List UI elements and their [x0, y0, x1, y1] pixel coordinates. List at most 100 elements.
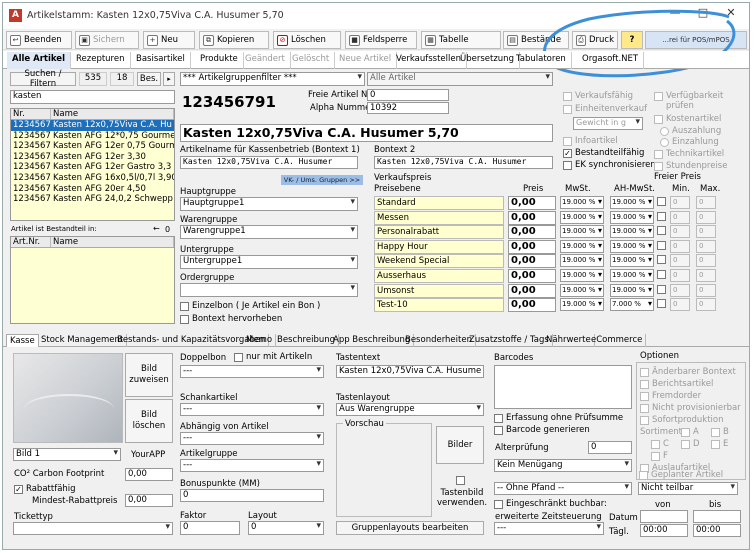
freier-preis-checkbox[interactable]: [657, 284, 666, 294]
max-input[interactable]: 0: [696, 196, 716, 209]
price-input[interactable]: 0,00: [508, 254, 556, 269]
bild-loeschen-button[interactable]: Bild löschen: [125, 399, 173, 443]
search-filter-button[interactable]: Suchen / Filtern: [10, 69, 76, 89]
rabattfaehig-checkbox[interactable]: ✓ Rabattfähig: [14, 484, 76, 494]
min-input[interactable]: 0: [670, 210, 690, 224]
max-input[interactable]: 0: [696, 239, 716, 253]
price-input[interactable]: 0,00: [508, 298, 556, 313]
tab-alle-artikel[interactable]: Alle Artikel: [7, 52, 71, 69]
mwst-select[interactable]: 19.000 %: [560, 210, 604, 224]
gruppenlayouts-button[interactable]: Gruppenlayouts bearbeiten: [336, 521, 484, 535]
max-input[interactable]: 0: [696, 298, 716, 312]
verkaufsfaehig-checkbox[interactable]: Verkaufsfähig: [563, 91, 633, 101]
menuegang-select[interactable]: Kein Menügang: [494, 459, 632, 472]
freier-preis-checkbox[interactable]: [657, 197, 666, 206]
bontext-hervorheben-checkbox[interactable]: Bontext hervorheben: [180, 314, 282, 324]
tab-ecommerce[interactable]: eCommerce: [588, 334, 647, 347]
min-input[interactable]: 0: [670, 225, 690, 239]
tab-memo[interactable]: Memo: [243, 334, 277, 347]
mindest-input[interactable]: 0,00: [125, 494, 173, 507]
teilbar-select[interactable]: Nicht teilbar: [638, 482, 738, 495]
verfuegbarkeit-checkbox[interactable]: Verfügbarkeit prüfen: [654, 91, 736, 111]
tab-geaendert[interactable]: Geändert: [240, 52, 291, 69]
ah-mwst-select[interactable]: 19.000 %: [610, 269, 654, 282]
layout-select[interactable]: 0: [248, 521, 324, 535]
infoartikel-checkbox[interactable]: Infoartikel: [563, 136, 618, 146]
tab-neue-artikel[interactable]: Neue Artikel: [334, 52, 398, 69]
bes-button[interactable]: Bes.: [137, 72, 161, 86]
price-input[interactable]: 0,00: [508, 239, 556, 254]
alpha-input[interactable]: 10392: [367, 102, 449, 114]
taegl-bis-input[interactable]: 00:00: [693, 524, 741, 537]
tastenlayout-select[interactable]: Aus Warengruppe: [336, 403, 484, 416]
min-input[interactable]: 0: [670, 239, 690, 253]
price-input[interactable]: 0,00: [508, 210, 556, 225]
technikartikel-checkbox[interactable]: Technikartikel: [654, 149, 724, 159]
max-input[interactable]: 0: [696, 283, 716, 297]
price-input[interactable]: 0,00: [508, 196, 556, 210]
sichern-button[interactable]: ▣ Sichern: [75, 31, 139, 49]
option-sofortproduktion[interactable]: Sofortproduktion: [640, 415, 724, 425]
option-aenderbarer-bontext[interactable]: Änderbarer Bontext: [640, 367, 736, 377]
warengruppe-select[interactable]: Warengruppe1: [180, 225, 358, 239]
auszahlung-radio[interactable]: Auszahlung: [660, 126, 721, 136]
ah-mwst-select[interactable]: 19.000 %: [610, 239, 654, 253]
datum-bis-input[interactable]: [693, 510, 741, 523]
max-input[interactable]: 0: [696, 225, 716, 239]
loeschen-button[interactable]: ⊘ Löschen: [273, 31, 341, 49]
option-berichtsartikel[interactable]: Berichtsartikel: [640, 379, 713, 389]
sortiment-b-checkbox[interactable]: B: [711, 427, 729, 437]
bild-zuweisen-button[interactable]: Bild zuweisen: [125, 353, 173, 397]
min-input[interactable]: 0: [670, 269, 690, 282]
untergruppe-select[interactable]: Untergruppe1: [180, 255, 358, 269]
article-row[interactable]: 1234567 Kasten AFG 16x0,5l/0,7l 3,90: [11, 173, 174, 184]
sortiment-f-checkbox[interactable]: F: [651, 451, 668, 461]
ah-mwst-select[interactable]: 19.000 %: [610, 283, 654, 297]
tab-geloescht[interactable]: Gelöscht: [287, 52, 336, 69]
article-row[interactable]: 1234567 Kasten AFG 12er 0,75 Gourme: [11, 141, 174, 152]
min-input[interactable]: 0: [670, 196, 690, 209]
alle-artikel-select[interactable]: Alle Artikel: [367, 72, 553, 86]
tastentext-input[interactable]: Kasten 12x0,75Viva C.A. Husume: [336, 365, 484, 378]
tickettyp-select[interactable]: [13, 522, 173, 535]
erfassung-checkbox[interactable]: Erfassung ohne Prüfsumme: [494, 413, 623, 423]
freier-preis-checkbox[interactable]: [657, 226, 666, 236]
freier-preis-checkbox[interactable]: [657, 240, 666, 250]
barcode-generieren-checkbox[interactable]: Barcode generieren: [494, 425, 590, 435]
bilder-button[interactable]: Bilder: [436, 426, 484, 464]
sortiment-a-checkbox[interactable]: A: [681, 427, 699, 437]
ordergruppe-select[interactable]: [180, 283, 358, 297]
freier-preis-checkbox[interactable]: [657, 299, 666, 309]
mwst-select[interactable]: 19.000 %: [560, 283, 604, 297]
schankartikel-select[interactable]: ---: [180, 403, 324, 416]
ah-mwst-select[interactable]: 19.000 %: [610, 254, 654, 268]
stundenpreise-checkbox[interactable]: Stundenpreise: [654, 161, 727, 171]
max-input[interactable]: 0: [696, 210, 716, 224]
einheitenverkauf-checkbox[interactable]: Einheitenverkauf: [563, 104, 647, 114]
price-input[interactable]: 0,00: [508, 283, 556, 298]
article-row[interactable]: 1234567 Kasten 12x0,75Viva C.A. Hu: [11, 120, 174, 131]
max-input[interactable]: 0: [696, 269, 716, 282]
sortiment-d-checkbox[interactable]: D: [681, 439, 700, 449]
ah-mwst-select[interactable]: 19.000 %: [610, 210, 654, 224]
nur-mit-artikeln-checkbox[interactable]: nur mit Artikeln: [234, 352, 312, 362]
tab-basisartikel[interactable]: Basisartikel: [131, 52, 191, 69]
erweiterte-select[interactable]: ---: [494, 522, 604, 535]
bonuspunkte-input[interactable]: 0: [180, 489, 324, 502]
mwst-select[interactable]: 19.000 %: [560, 225, 604, 239]
freier-preis-checkbox[interactable]: [657, 270, 666, 279]
tabelle-button[interactable]: ▦ Tabelle: [421, 31, 501, 49]
article-row[interactable]: 1234567 Kasten AFG 12er 3,30: [11, 152, 174, 163]
mwst-select[interactable]: 19.000 %: [560, 269, 604, 282]
tab-kasse[interactable]: Kasse: [6, 334, 39, 347]
price-input[interactable]: 0,00: [508, 269, 556, 283]
ek-sync-checkbox[interactable]: EK synchronisieren: [563, 160, 656, 170]
option-fremdorder[interactable]: Fremdorder: [640, 391, 701, 401]
datum-von-input[interactable]: [640, 510, 688, 523]
ah-mwst-select[interactable]: 19.000 %: [610, 225, 654, 239]
article-name-input[interactable]: Kasten 12x0,75Viva C.A. Husumer 5,70: [180, 124, 553, 142]
tab-tabulatoren[interactable]: Tabulatoren: [511, 52, 572, 69]
geplanter-artikel-checkbox[interactable]: Geplanter Artikel: [639, 470, 723, 480]
option-nicht-provisionierbar[interactable]: Nicht provisionierbar: [640, 403, 741, 413]
taegl-von-input[interactable]: 00:00: [640, 524, 688, 537]
